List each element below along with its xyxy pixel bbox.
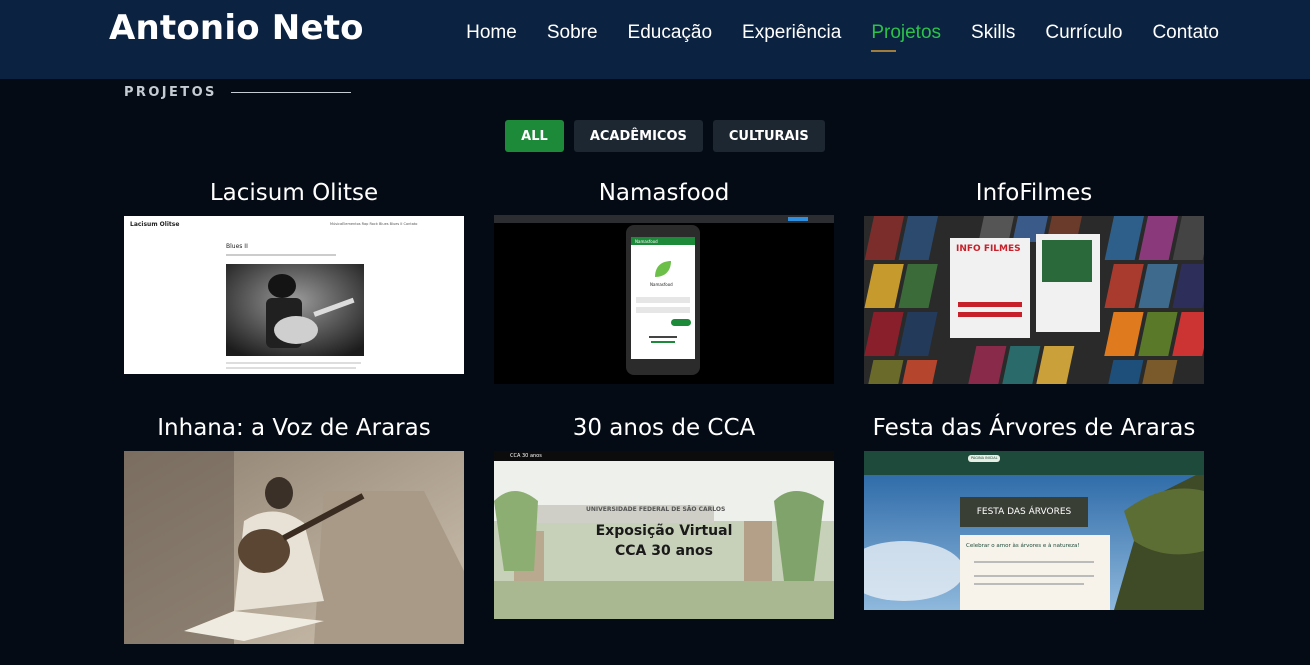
thumb-text-line (226, 367, 356, 369)
campus-photo (494, 461, 834, 619)
site-logo[interactable]: Antonio Neto (109, 8, 364, 48)
project-thumbnail[interactable]: INFO FILMES (864, 216, 1204, 384)
leaf-icon (655, 261, 671, 277)
nav-pill-label: PÁGINA INICIAL (971, 456, 998, 460)
random-button (958, 312, 1022, 317)
site-navbar: PÁGINA INICIAL (864, 451, 1204, 475)
thumb-menu: MúsicaElementos Rap Rock Blues Blues II … (330, 222, 418, 226)
nav-experiencia[interactable]: Experiência (742, 22, 841, 50)
thumb-post-title: Blues II (226, 243, 248, 250)
emulator-button (788, 217, 808, 221)
project-title[interactable]: InfoFilmes (864, 177, 1204, 209)
project-card[interactable]: Lacisum Olitse Lacisum Olitse MúsicaElem… (124, 177, 464, 374)
thumb-headline-2: CCA 30 anos (615, 543, 713, 559)
movie-poster (1042, 240, 1092, 282)
movie-detail-panel (1036, 234, 1100, 332)
project-thumbnail[interactable]: Lacisum Olitse MúsicaElementos Rap Rock … (124, 216, 464, 374)
project-thumbnail[interactable] (124, 451, 464, 644)
campus-sign-text: UNIVERSIDADE FEDERAL DE SÃO CARLOS (586, 506, 726, 513)
filter-culturais-button[interactable]: CULTURAIS (712, 120, 825, 152)
site-tab-label: CCA 30 anos (510, 453, 542, 459)
phone-screen: Namasfood Namasfood (631, 237, 695, 359)
project-card[interactable]: Inhana: a Voz de Araras (124, 412, 464, 644)
signup-text (649, 336, 677, 338)
site-header: Antonio Neto Home Sobre Educação Experiê… (0, 0, 1310, 79)
thumb-text-line (226, 362, 361, 364)
app-name: Namasfood (650, 282, 673, 287)
filter-academicos-button[interactable]: ACADÊMICOS (573, 120, 703, 152)
login-button (671, 319, 691, 326)
section-title-text: PROJETOS (124, 85, 217, 100)
password-field (636, 307, 690, 313)
movie-posters-collage (864, 216, 1204, 384)
project-title[interactable]: 30 anos de CCA (494, 412, 834, 444)
project-card[interactable]: InfoFilmes INFO FILMES (864, 177, 1204, 384)
blues-photo (226, 264, 364, 356)
main-nav: Home Sobre Educação Experiência Projetos… (436, 22, 1219, 52)
project-title[interactable]: Namasfood (494, 177, 834, 209)
project-card[interactable]: Festa das Árvores de Araras PÁGINA INICI… (864, 412, 1204, 610)
thumb-meta-line (226, 254, 336, 256)
inhana-photo (124, 451, 464, 644)
thumb-banner: INFO FILMES (956, 244, 1021, 254)
content-text-line (974, 583, 1084, 585)
nav-educacao[interactable]: Educação (628, 22, 713, 50)
project-card[interactable]: Namasfood Namasfood Namasfood (494, 177, 834, 384)
site-navbar: CCA 30 anos (494, 451, 834, 461)
nav-contato[interactable]: Contato (1152, 22, 1219, 50)
section-title-line (230, 92, 351, 93)
nav-home[interactable]: Home (466, 22, 517, 50)
project-title[interactable]: Inhana: a Voz de Araras (124, 412, 464, 444)
app-bar-name: Namasfood (635, 239, 658, 244)
email-field (636, 297, 690, 303)
project-title[interactable]: Festa das Árvores de Araras (864, 412, 1204, 444)
nav-projetos[interactable]: Projetos (871, 22, 941, 52)
project-card[interactable]: 30 anos de CCA CCA 30 anos UNIVERSIDADE … (494, 412, 834, 619)
project-thumbnail[interactable]: Namasfood Namasfood (494, 215, 834, 384)
project-thumbnail[interactable]: CCA 30 anos UNIVERSIDADE FEDERAL DE SÃO … (494, 451, 834, 619)
section-heading: PROJETOS (124, 85, 351, 100)
project-filters: ALL ACADÊMICOS CULTURAIS (0, 120, 1310, 152)
nav-sobre[interactable]: Sobre (547, 22, 598, 50)
content-tagline: Celebrar o amor às árvores e à natureza! (966, 543, 1080, 549)
home-pill: PÁGINA INICIAL (968, 455, 1000, 462)
thumb-site-name: Lacisum Olitse (130, 221, 180, 228)
search-button (958, 302, 1022, 307)
content-text-line (974, 575, 1094, 577)
project-thumbnail[interactable]: PÁGINA INICIAL FESTA DAS ÁRVORES Celebra… (864, 451, 1204, 610)
emulator-toolbar (494, 215, 834, 223)
nav-skills[interactable]: Skills (971, 22, 1015, 50)
banner-box: FESTA DAS ÁRVORES (960, 497, 1088, 527)
signup-link (651, 341, 675, 343)
filter-all-button[interactable]: ALL (505, 120, 564, 152)
content-text-line (974, 561, 1094, 563)
content-card: Celebrar o amor às árvores e à natureza! (960, 535, 1110, 610)
nav-curriculo[interactable]: Currículo (1045, 22, 1122, 50)
banner-title: FESTA DAS ÁRVORES (976, 507, 1072, 517)
thumb-headline-1: Exposição Virtual (595, 523, 733, 539)
search-panel: INFO FILMES (950, 238, 1030, 338)
project-title[interactable]: Lacisum Olitse (124, 177, 464, 209)
